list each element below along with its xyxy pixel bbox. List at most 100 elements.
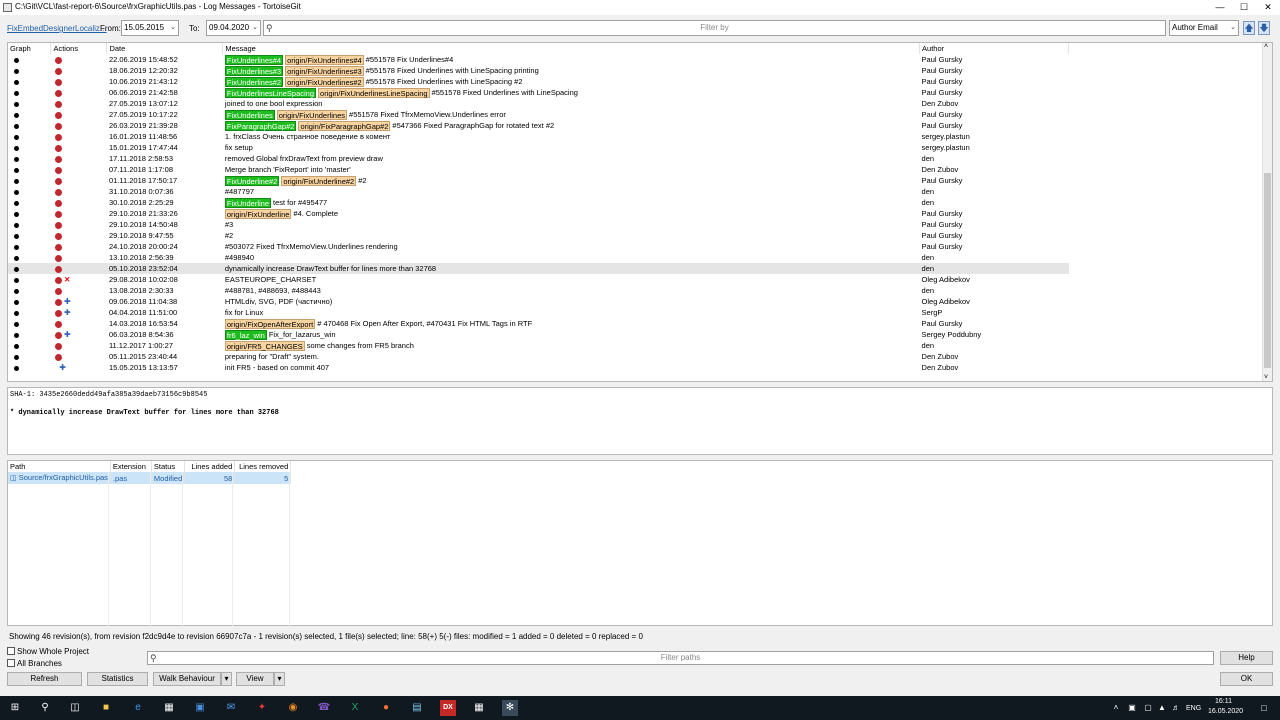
log-row[interactable]: 05.11.2015 23:40:44 preparing for "Draft"… (8, 351, 1069, 362)
col-graph[interactable]: Graph (8, 43, 52, 54)
excel-icon[interactable]: X (347, 700, 363, 716)
viber-icon[interactable]: ☎ (316, 700, 332, 716)
tray-chevron-icon[interactable]: ˄ (1108, 700, 1124, 716)
col-date[interactable]: Date (106, 43, 224, 54)
branch-label[interactable]: FixParagraphGap#2 (224, 121, 297, 132)
walk-behaviour-button[interactable]: Walk Behaviour (153, 672, 221, 686)
log-list[interactable]: Graph Actions Date Message Author 22.06.… (7, 42, 1273, 382)
from-date-picker[interactable]: 15.05.2015 ⌄ (121, 20, 179, 36)
col-extension[interactable]: Extension (110, 461, 152, 472)
log-row[interactable]: 05.10.2018 23:52:04 dynamically increase … (8, 263, 1069, 275)
branch-label[interactable]: FixUnderlines#2 (224, 77, 284, 88)
log-row[interactable]: 15.01.2019 17:47:44 fix setup sergey.plast… (8, 142, 1069, 153)
language-indicator[interactable]: ENG (1186, 705, 1201, 712)
maximize-button[interactable]: ☐ (1232, 0, 1256, 15)
filter-input[interactable]: ⚲ Filter by (263, 20, 1166, 36)
log-row[interactable]: 14.03.2018 16:53:54 origin/FixOpenAfterEx… (8, 318, 1069, 330)
acrobat-icon[interactable]: ✦ (254, 700, 270, 716)
remote-branch-label[interactable]: origin/FixUnderlinesLineSpacing (318, 88, 430, 99)
remote-branch-label[interactable]: origin/FixUnderline#2 (281, 176, 357, 187)
branch-label[interactable]: FixUnderline#2 (224, 176, 280, 187)
all-branches-checkbox[interactable] (7, 659, 15, 667)
notepad-icon[interactable]: ▤ (409, 700, 425, 716)
remote-branch-label[interactable]: origin/FixParagraphGap#2 (298, 121, 391, 132)
remote-branch-label[interactable]: origin/FixUnderline (224, 209, 292, 220)
help-button[interactable]: Help (1220, 651, 1273, 665)
tortoisegit-icon[interactable]: ✻ (502, 700, 518, 716)
log-row[interactable]: 18.06.2019 12:20:32 FixUnderlines#3 origin… (8, 65, 1069, 77)
log-row[interactable]: 11.12.2017 1:00:27 origin/FR5_CHANGES some… (8, 340, 1069, 352)
clock-time[interactable]: 16:11 (1215, 698, 1232, 705)
filter-paths-input[interactable]: ⚲ Filter paths (147, 651, 1214, 665)
volume-icon[interactable]: ♬ (1168, 700, 1184, 716)
log-row[interactable]: ✚ 09.06.2018 11:04:38 HTMLdiv, SVG, PDF (ч… (8, 296, 1069, 307)
log-row[interactable]: ✕ 29.08.2018 10:02:08 EASTEUROPE_CHARSET Ol… (8, 274, 1069, 285)
task-view-icon[interactable]: ◫ (67, 700, 83, 716)
show-whole-project-checkbox[interactable] (7, 647, 15, 655)
branch-label[interactable]: FixUnderlines#4 (224, 55, 284, 66)
remote-desktop-icon[interactable]: ▣ (192, 700, 208, 716)
file-explorer-icon[interactable]: ■ (98, 700, 114, 716)
walk-behaviour-dropdown[interactable]: ▾ (221, 672, 232, 686)
network-icon[interactable]: ▣ (1124, 700, 1140, 716)
log-row[interactable]: 29.10.2018 9:47:55 #2 Paul Gursky (8, 230, 1069, 241)
all-branches-label[interactable]: All Branches (17, 659, 62, 668)
refresh-button[interactable]: Refresh (7, 672, 82, 686)
view-dropdown[interactable]: ▾ (274, 672, 285, 686)
branch-link[interactable]: FixEmbedDesignerLocaliz... (7, 24, 107, 33)
minimize-button[interactable]: — (1208, 0, 1232, 15)
windows-start-icon[interactable]: ⊞ (7, 700, 23, 716)
log-row[interactable]: 24.10.2018 20:00:24 #503072 Fixed TfrxMem… (8, 241, 1069, 252)
log-row[interactable]: 13.10.2018 2:56:39 #498940 den (8, 252, 1069, 263)
show-whole-project-label[interactable]: Show Whole Project (17, 647, 89, 656)
branch-label[interactable]: FixUnderline (224, 198, 271, 209)
col-status[interactable]: Status (151, 461, 186, 472)
log-row[interactable]: 31.10.2018 0:07:36 #487797 den (8, 186, 1069, 197)
notifications-icon[interactable]: □ (1256, 700, 1272, 716)
log-row[interactable]: ✚ 06.03.2018 8:54:36 fr6_laz_win Fix_for_la… (8, 329, 1069, 341)
log-scrollbar[interactable]: ˄ ˅ (1262, 43, 1272, 381)
log-row[interactable]: 27.05.2019 10:17:22 FixUnderlines origin/F… (8, 109, 1069, 121)
log-row[interactable]: ✚ 15.05.2015 13:13:57 init FR5 - based on … (8, 362, 1069, 373)
remote-branch-label[interactable]: origin/FixUnderlines#2 (285, 77, 364, 88)
remote-branch-label[interactable]: origin/FR5_CHANGES (224, 341, 305, 352)
search-icon[interactable]: ⚲ (37, 700, 53, 716)
log-row[interactable]: 17.11.2018 2:58:53 removed Global frxDraw… (8, 153, 1069, 164)
col-message[interactable]: Message (222, 43, 921, 54)
log-row[interactable]: 06.06.2019 21:42:58 FixUnderlinesLineSpac… (8, 87, 1069, 99)
edge-icon[interactable]: e (130, 700, 146, 716)
ok-button[interactable]: OK (1220, 672, 1273, 686)
log-row[interactable]: 30.10.2018 2:25:29 FixUnderline test for #… (8, 197, 1069, 209)
scroll-down-icon[interactable]: ˅ (1264, 374, 1268, 381)
store-icon[interactable]: ▦ (161, 700, 177, 716)
changed-files-list[interactable]: Path Extension Status Lines added Lines … (7, 460, 1273, 626)
remote-branch-label[interactable]: origin/FixUnderlines#3 (285, 66, 364, 77)
log-row[interactable]: 26.03.2019 21:39:28 FixParagraphGap#2 orig… (8, 120, 1069, 132)
log-row[interactable]: 27.05.2019 13:07:12 joined to one bool ex… (8, 98, 1069, 109)
devexpress-icon[interactable]: DX (440, 700, 456, 716)
col-lines-added[interactable]: Lines added (184, 461, 236, 472)
log-row[interactable]: 16.01.2019 11:48:56 1. frxClass Очень стр… (8, 131, 1069, 142)
branch-label[interactable]: fr6_laz_win (224, 330, 267, 341)
remote-branch-label[interactable]: origin/FixOpenAfterExport (224, 319, 316, 330)
remote-branch-label[interactable]: origin/FixUnderlines#4 (285, 55, 364, 66)
log-row[interactable]: 01.11.2018 17:50:17 FixUnderline#2 origin/… (8, 175, 1069, 187)
log-row[interactable]: 29.10.2018 14:50:48 #3 Paul Gursky (8, 219, 1069, 230)
mail-icon[interactable]: ✉ (223, 700, 239, 716)
col-lines-removed[interactable]: Lines removed (234, 461, 292, 472)
arrow-down-icon[interactable]: 🡇 (1258, 21, 1270, 35)
log-row[interactable]: 13.08.2018 2:30:33 #488781, #488693, #488… (8, 285, 1069, 296)
arrow-up-icon[interactable]: 🡅 (1243, 21, 1255, 35)
branch-label[interactable]: FixUnderlines (224, 110, 275, 121)
view-button[interactable]: View (236, 672, 274, 686)
firefox-icon[interactable]: ● (378, 700, 394, 716)
close-button[interactable]: ✕ (1256, 0, 1280, 15)
filter-field-select[interactable]: Author Email ⌄ (1169, 20, 1239, 36)
scroll-thumb[interactable] (1264, 173, 1271, 368)
col-actions[interactable]: Actions (50, 43, 108, 54)
branch-label[interactable]: FixUnderlinesLineSpacing (224, 88, 317, 99)
log-row[interactable]: 29.10.2018 21:33:26 origin/FixUnderline #4… (8, 208, 1069, 220)
to-date-picker[interactable]: 09.04.2020 ⌄ (206, 20, 261, 36)
clock-date[interactable]: 16.05.2020 (1208, 708, 1243, 715)
statistics-button[interactable]: Statistics (87, 672, 148, 686)
